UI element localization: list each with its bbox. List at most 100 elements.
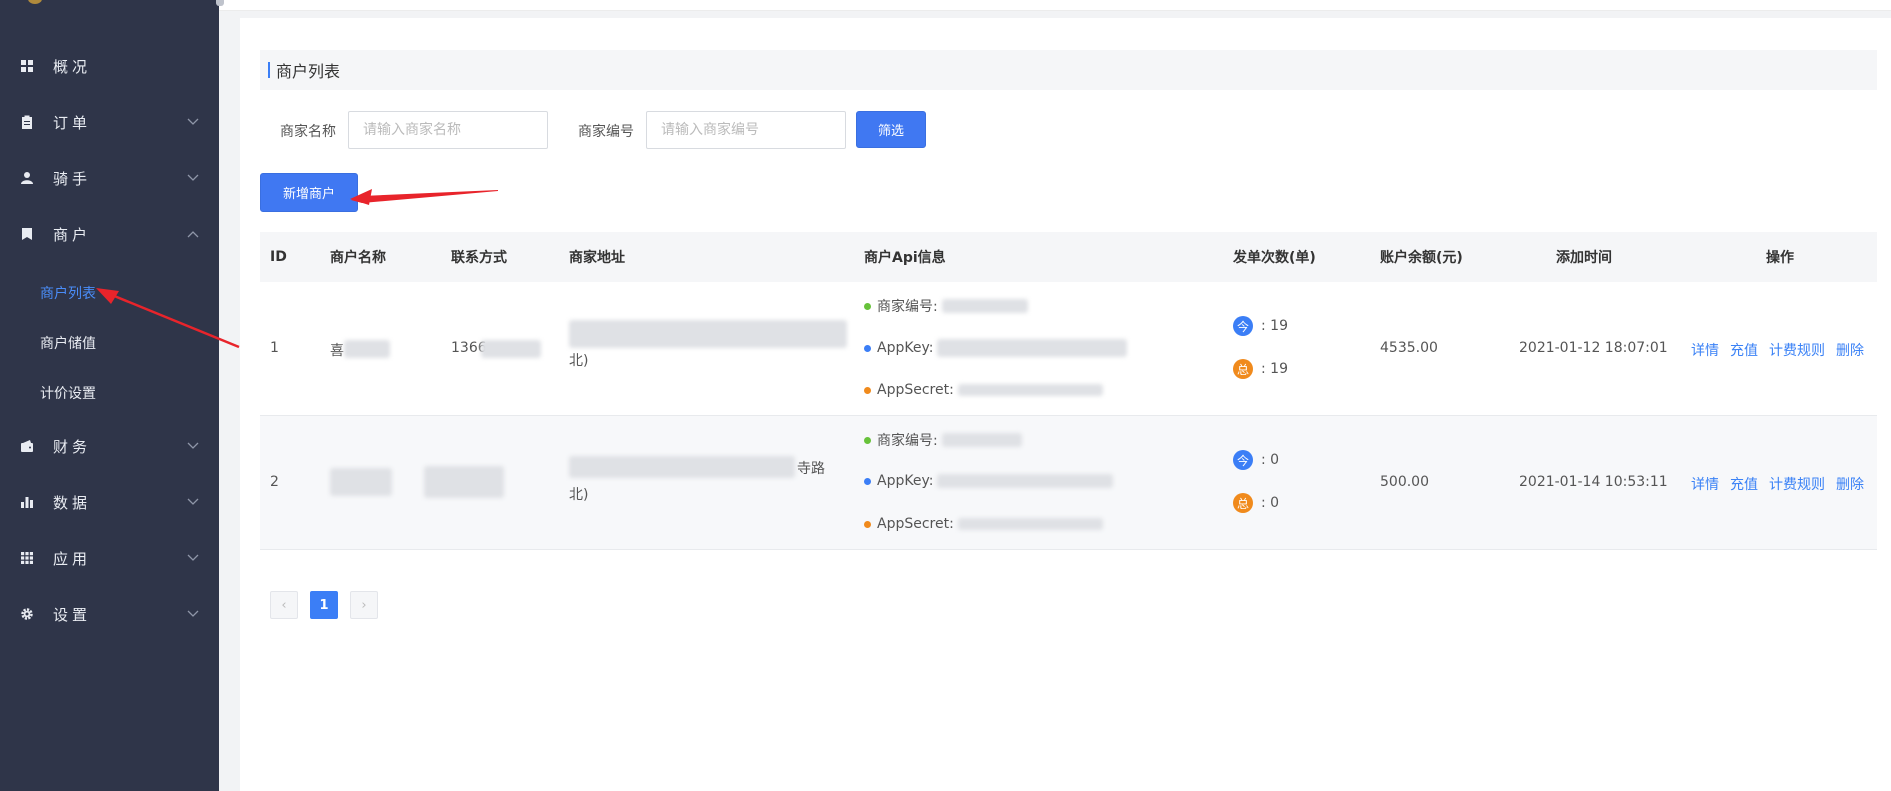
chevron-down-icon bbox=[187, 442, 199, 449]
page-1-button[interactable]: 1 bbox=[310, 591, 338, 619]
billing-rules-link[interactable]: 计费规则 bbox=[1769, 340, 1825, 360]
top-bar bbox=[219, 0, 1891, 11]
recharge-link[interactable]: 充值 bbox=[1730, 474, 1758, 494]
api-appsecret: AppSecret: bbox=[864, 382, 1103, 398]
api-label: AppKey: bbox=[877, 340, 934, 356]
clipboard-icon bbox=[22, 115, 32, 129]
redacted-blur bbox=[569, 320, 847, 348]
redacted-blur bbox=[941, 433, 1022, 447]
recharge-link[interactable]: 充值 bbox=[1730, 340, 1758, 360]
main-content: 商户列表 商家名称 商家编号 筛选 新增商户 ID 商户名称 联系方式 商家地址… bbox=[240, 18, 1891, 791]
sidebar-toggle-handle[interactable] bbox=[216, 0, 224, 6]
row-added-time: 2021-01-12 18:07:01 bbox=[1519, 340, 1668, 356]
api-label: AppSecret: bbox=[877, 382, 954, 398]
row-added-time: 2021-01-14 10:53:11 bbox=[1519, 474, 1668, 490]
total-count: 总 : 19 bbox=[1233, 359, 1288, 379]
today-badge: 今 bbox=[1233, 450, 1253, 470]
row-merchant-name: 喜 bbox=[330, 343, 344, 359]
total-count-value: : 19 bbox=[1261, 361, 1288, 377]
sidebar-item-merchant-list[interactable]: 商户列表 bbox=[0, 268, 219, 318]
column-header: 操作 bbox=[1766, 250, 1794, 266]
redacted-blur bbox=[424, 466, 504, 498]
detail-link[interactable]: 详情 bbox=[1691, 474, 1719, 494]
api-label: AppKey: bbox=[877, 473, 934, 489]
table-row: 1 喜 1366 北) 商家编号: AppKey: AppSecret: 今:… bbox=[260, 282, 1877, 416]
api-merchant-code: 商家编号: bbox=[864, 296, 1028, 316]
redacted-blur bbox=[957, 384, 1103, 396]
column-header: ID bbox=[270, 249, 287, 265]
column-header: 联系方式 bbox=[451, 250, 507, 266]
filter-button[interactable]: 筛选 bbox=[856, 111, 926, 148]
redacted-blur bbox=[941, 299, 1028, 313]
status-dot bbox=[864, 436, 871, 444]
sidebar-item-merchant-topup[interactable]: 商户储值 bbox=[0, 318, 219, 368]
prev-page-button[interactable]: ‹ bbox=[270, 591, 298, 619]
status-dot bbox=[864, 477, 871, 485]
page-title: 商户列表 bbox=[276, 62, 341, 81]
today-count: 今 : 19 bbox=[1233, 316, 1288, 336]
sidebar: 概况 订单 骑手 商户 商户列表 商户储值 计价设置 财务 数据 应用 设置 bbox=[0, 0, 219, 791]
sidebar-item-label: 骑手 bbox=[53, 169, 92, 188]
redacted-blur bbox=[937, 474, 1114, 488]
api-appkey: AppKey: bbox=[864, 339, 1128, 357]
sidebar-item-finance[interactable]: 财务 bbox=[0, 418, 219, 474]
submenu: 商户列表 商户储值 计价设置 bbox=[0, 268, 219, 418]
column-header: 商家地址 bbox=[569, 250, 625, 266]
title-accent-bar bbox=[268, 62, 270, 78]
sidebar-menu: 概况 订单 骑手 商户 商户列表 商户储值 计价设置 财务 数据 应用 设置 bbox=[0, 38, 219, 642]
status-dot bbox=[864, 386, 871, 394]
merchant-name-input[interactable] bbox=[348, 111, 548, 149]
today-count-value: : 0 bbox=[1261, 452, 1280, 468]
total-count: 总 : 0 bbox=[1233, 493, 1279, 513]
api-label: 商家编号: bbox=[877, 433, 938, 449]
bar-chart-icon bbox=[21, 497, 33, 508]
sidebar-item-data[interactable]: 数据 bbox=[0, 474, 219, 530]
sidebar-item-settings[interactable]: 设置 bbox=[0, 586, 219, 642]
chevron-down-icon bbox=[187, 610, 199, 617]
merchant-code-input[interactable] bbox=[646, 111, 846, 149]
api-appkey: AppKey: bbox=[864, 473, 1114, 489]
redacted-blur bbox=[481, 340, 541, 358]
column-header: 商户名称 bbox=[330, 250, 386, 266]
delete-link[interactable]: 删除 bbox=[1836, 340, 1864, 360]
total-badge: 总 bbox=[1233, 493, 1253, 513]
dashboard-icon bbox=[21, 60, 33, 72]
sidebar-item-riders[interactable]: 骑手 bbox=[0, 150, 219, 206]
row-address-line2: 北) bbox=[569, 487, 589, 503]
billing-rules-link[interactable]: 计费规则 bbox=[1769, 474, 1825, 494]
redacted-blur bbox=[957, 518, 1103, 530]
sidebar-item-label: 财务 bbox=[53, 437, 92, 456]
sidebar-item-orders[interactable]: 订单 bbox=[0, 94, 219, 150]
sidebar-item-label: 订单 bbox=[53, 113, 92, 132]
status-dot bbox=[864, 302, 871, 310]
row-balance: 4535.00 bbox=[1380, 340, 1438, 356]
logo bbox=[28, 0, 42, 4]
row-actions: 详情 充值 计费规则 删除 bbox=[1691, 474, 1864, 494]
redacted-blur bbox=[344, 340, 390, 358]
row-id: 2 bbox=[270, 474, 279, 490]
add-merchant-button[interactable]: 新增商户 bbox=[260, 173, 358, 212]
api-label: AppSecret: bbox=[877, 516, 954, 532]
total-count-value: : 0 bbox=[1261, 495, 1280, 511]
detail-link[interactable]: 详情 bbox=[1691, 340, 1719, 360]
sidebar-item-pricing-settings[interactable]: 计价设置 bbox=[0, 368, 219, 418]
gear-icon bbox=[21, 608, 33, 620]
redacted-blur bbox=[569, 456, 795, 478]
today-count-value: : 19 bbox=[1261, 318, 1288, 334]
sidebar-submenu-merchants: 商户列表 商户储值 计价设置 bbox=[0, 262, 219, 418]
column-header: 发单次数(单) bbox=[1233, 250, 1316, 266]
sidebar-item-overview[interactable]: 概况 bbox=[0, 38, 219, 94]
merchant-table: ID 商户名称 联系方式 商家地址 商户Api信息 发单次数(单) 账户余额(元… bbox=[260, 232, 1877, 550]
panel-title: 商户列表 bbox=[260, 50, 1877, 90]
sidebar-item-merchants[interactable]: 商户 bbox=[0, 206, 219, 262]
api-label: 商家编号: bbox=[877, 299, 938, 315]
delete-link[interactable]: 删除 bbox=[1836, 474, 1864, 494]
next-page-button[interactable]: › bbox=[350, 591, 378, 619]
sidebar-item-apps[interactable]: 应用 bbox=[0, 530, 219, 586]
today-badge: 今 bbox=[1233, 316, 1253, 336]
chevron-down-icon bbox=[187, 118, 199, 125]
chevron-down-icon bbox=[187, 498, 199, 505]
bookmark-icon bbox=[22, 228, 32, 240]
wallet-icon bbox=[21, 440, 33, 452]
chevron-up-icon bbox=[187, 231, 199, 238]
